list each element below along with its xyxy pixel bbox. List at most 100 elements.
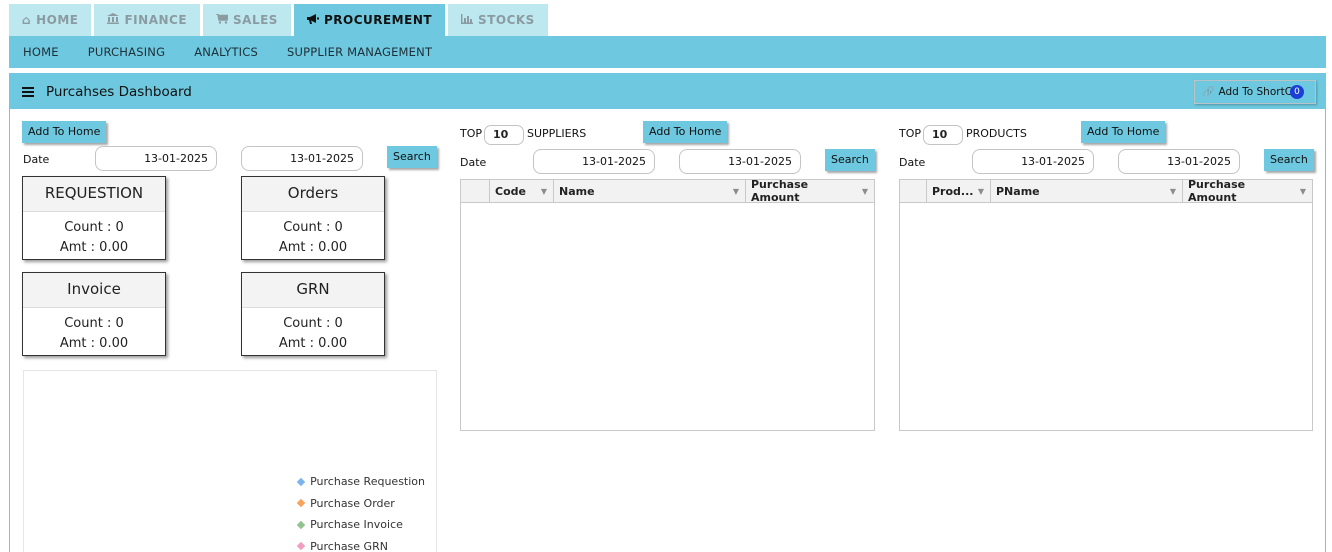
legend-item-requestion[interactable]: Purchase Requestion <box>296 471 425 493</box>
filter-icon[interactable]: ▼ <box>862 187 868 196</box>
card-requestion[interactable]: REQUESTION Count : 0 Amt : 0.00 <box>22 176 166 260</box>
suppliers-search-button[interactable]: Search <box>825 149 875 171</box>
filter-icon[interactable]: ▼ <box>541 187 547 196</box>
subnav-home[interactable]: HOME <box>23 45 59 59</box>
suppliers-add-to-home-button[interactable]: Add To Home <box>643 121 728 143</box>
card-count: Count : 0 <box>283 220 343 235</box>
bar-chart-icon <box>461 13 474 27</box>
column-title: Code <box>495 184 526 198</box>
hamburger-menu-icon[interactable] <box>22 86 34 97</box>
left-add-to-home-button[interactable]: Add To Home <box>22 121 107 143</box>
legend-label: Purchase Order <box>310 496 395 510</box>
grid-selector-column[interactable] <box>900 180 927 202</box>
card-amount: Amt : 0.00 <box>59 240 129 255</box>
module-tab-sales[interactable]: SALES <box>203 4 291 36</box>
module-tab-home[interactable]: ⌂ HOME <box>9 4 92 36</box>
products-date-from-input[interactable]: 13-01-2025 <box>972 149 1094 174</box>
bank-icon <box>107 13 120 27</box>
suppliers-suffix-label: SUPPLIERS <box>527 127 587 140</box>
suppliers-date-from-input[interactable]: 13-01-2025 <box>533 149 655 174</box>
card-amount: Amt : 0.00 <box>59 336 129 351</box>
column-header-purchase-amount[interactable]: Purchase Amount ▼ <box>746 178 874 204</box>
legend-marker <box>296 499 306 508</box>
legend-marker <box>296 520 306 529</box>
suppliers-top-label: TOP <box>460 127 483 140</box>
suppliers-date-to-input[interactable]: 13-01-2025 <box>679 149 801 174</box>
subnav-analytics[interactable]: ANALYTICS <box>194 45 258 59</box>
purchase-chart: Purchase Requestion Purchase Order Purch… <box>23 370 437 552</box>
column-title: Purchase Amount <box>751 178 809 204</box>
column-header-pname[interactable]: PName ▼ <box>991 180 1183 202</box>
legend-marker <box>296 542 306 551</box>
cart-icon <box>216 13 229 27</box>
products-date-label: Date <box>899 156 926 169</box>
home-icon: ⌂ <box>22 13 32 27</box>
products-add-to-home-button[interactable]: Add To Home <box>1081 121 1166 143</box>
card-title: REQUESTION <box>23 177 165 212</box>
page-title: Purcahses Dashboard <box>46 83 192 100</box>
legend-item-invoice[interactable]: Purchase Invoice <box>296 514 425 536</box>
left-date-label: Date <box>23 153 50 166</box>
card-title: GRN <box>242 273 384 308</box>
card-count: Count : 0 <box>283 316 343 331</box>
products-search-button[interactable]: Search <box>1264 149 1314 171</box>
products-suffix-label: PRODUCTS <box>966 127 1027 140</box>
subnav-purchasing[interactable]: PURCHASING <box>88 45 166 59</box>
module-tab-finance[interactable]: FINANCE <box>94 4 201 36</box>
products-date-to-input[interactable]: 13-01-2025 <box>1118 149 1240 174</box>
module-tab-stocks[interactable]: STOCKS <box>448 4 548 36</box>
column-header-name[interactable]: Name ▼ <box>554 180 746 202</box>
module-tab-label: PROCUREMENT <box>323 13 433 27</box>
grid-selector-column[interactable] <box>461 180 490 202</box>
shortcut-count-badge: 0 <box>1290 85 1304 99</box>
dashboard-panel: Purcahses Dashboard 🔗 Add To ShortCut 0 … <box>9 73 1326 552</box>
left-date-to-input[interactable]: 13-01-2025 <box>241 146 363 171</box>
legend-label: Purchase Invoice <box>310 518 403 532</box>
left-date-from-input[interactable]: 13-01-2025 <box>95 146 217 171</box>
legend-marker <box>296 477 306 486</box>
card-invoice[interactable]: Invoice Count : 0 Amt : 0.00 <box>22 272 166 356</box>
legend-item-grn[interactable]: Purchase GRN <box>296 536 425 552</box>
chart-legend: Purchase Requestion Purchase Order Purch… <box>296 471 425 552</box>
column-title: Prod... <box>932 184 974 198</box>
card-title: Invoice <box>23 273 165 308</box>
card-count: Count : 0 <box>64 220 124 235</box>
column-title: Purchase Amount <box>1188 178 1246 204</box>
module-tab-label: HOME <box>36 13 79 27</box>
card-title: Orders <box>242 177 384 212</box>
column-header-code[interactable]: Code ▼ <box>490 180 554 202</box>
card-amount: Amt : 0.00 <box>278 240 348 255</box>
left-search-button[interactable]: Search <box>387 146 437 168</box>
suppliers-grid: Code ▼ Name ▼ Purchase Amount ▼ <box>460 178 875 431</box>
megaphone-icon <box>306 13 319 27</box>
column-title: Name <box>559 184 595 198</box>
module-tab-label: SALES <box>233 13 278 27</box>
filter-icon[interactable]: ▼ <box>1300 187 1306 196</box>
module-tab-label: STOCKS <box>478 13 535 27</box>
add-to-shortcut-button[interactable]: 🔗 Add To ShortCut 0 <box>1194 80 1316 104</box>
card-amount: Amt : 0.00 <box>278 336 348 351</box>
sub-navigation: HOME PURCHASING ANALYTICS SUPPLIER MANAG… <box>9 36 1326 68</box>
card-count: Count : 0 <box>64 316 124 331</box>
filter-icon[interactable]: ▼ <box>978 187 984 196</box>
card-grn[interactable]: GRN Count : 0 Amt : 0.00 <box>241 272 385 356</box>
panel-header: Purcahses Dashboard 🔗 Add To ShortCut 0 <box>10 74 1325 109</box>
subnav-supplier-management[interactable]: SUPPLIER MANAGEMENT <box>287 45 432 59</box>
products-grid: Prod... ▼ PName ▼ Purchase Amount ▼ <box>899 178 1313 431</box>
module-tab-procurement[interactable]: PROCUREMENT <box>293 4 446 36</box>
suppliers-top-count-input[interactable]: 10 <box>484 125 524 145</box>
module-tabs: ⌂ HOME FINANCE SALES PROCUREMENT STOCKS <box>9 4 548 36</box>
filter-icon[interactable]: ▼ <box>1170 187 1176 196</box>
filter-icon[interactable]: ▼ <box>733 187 739 196</box>
column-header-product-code[interactable]: Prod... ▼ <box>927 180 991 202</box>
column-title: PName <box>996 184 1040 198</box>
products-top-label: TOP <box>899 127 922 140</box>
legend-label: Purchase Requestion <box>310 475 425 489</box>
legend-label: Purchase GRN <box>310 539 388 552</box>
column-header-purchase-amount[interactable]: Purchase Amount ▼ <box>1183 178 1312 204</box>
products-top-count-input[interactable]: 10 <box>923 125 963 145</box>
grid-header: Prod... ▼ PName ▼ Purchase Amount ▼ <box>900 178 1312 204</box>
card-orders[interactable]: Orders Count : 0 Amt : 0.00 <box>241 176 385 260</box>
grid-header: Code ▼ Name ▼ Purchase Amount ▼ <box>461 178 874 204</box>
legend-item-order[interactable]: Purchase Order <box>296 493 425 515</box>
